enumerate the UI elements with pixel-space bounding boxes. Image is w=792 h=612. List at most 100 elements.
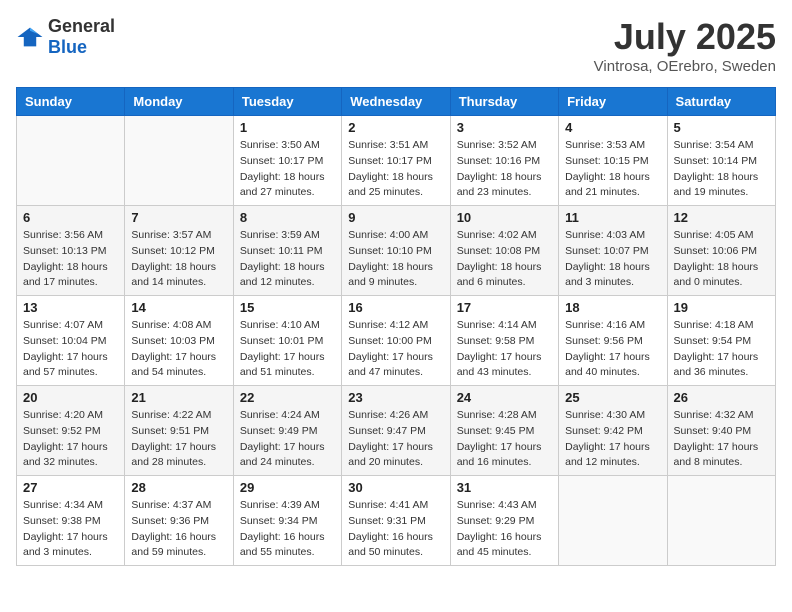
day-info: Sunrise: 4:16 AM Sunset: 9:56 PM Dayligh… [565,318,660,381]
weekday-header: Wednesday [342,88,450,116]
calendar-cell: 14 Sunrise: 4:08 AM Sunset: 10:03 PM Dayl… [125,296,233,386]
calendar-cell: 8Sunrise: 3:59 AM Sunset: 10:11 PM Dayli… [233,206,341,296]
day-info: Sunrise: 4:03 AM Sunset: 10:07 PM Daylig… [565,228,660,291]
day-number: 3 [457,120,552,135]
calendar-title: July 2025 [594,16,776,58]
calendar-cell: 11 Sunrise: 4:03 AM Sunset: 10:07 PM Dayl… [559,206,667,296]
calendar-cell: 24 Sunrise: 4:28 AM Sunset: 9:45 PM Dayli… [450,386,558,476]
weekday-header: Saturday [667,88,775,116]
day-number: 6 [23,210,118,225]
calendar-cell [667,476,775,566]
day-info: Sunrise: 4:02 AM Sunset: 10:08 PM Daylig… [457,228,552,291]
calendar-cell: 28 Sunrise: 4:37 AM Sunset: 9:36 PM Dayli… [125,476,233,566]
calendar-cell [559,476,667,566]
day-number: 18 [565,300,660,315]
day-info: Sunrise: 4:30 AM Sunset: 9:42 PM Dayligh… [565,408,660,471]
day-info: Sunrise: 4:28 AM Sunset: 9:45 PM Dayligh… [457,408,552,471]
day-number: 24 [457,390,552,405]
logo: General Blue [16,16,115,58]
day-number: 9 [348,210,443,225]
day-info: Sunrise: 4:37 AM Sunset: 9:36 PM Dayligh… [131,498,226,561]
calendar-cell: 3Sunrise: 3:52 AM Sunset: 10:16 PM Dayli… [450,116,558,206]
day-number: 16 [348,300,443,315]
day-number: 8 [240,210,335,225]
day-number: 19 [674,300,769,315]
day-info: Sunrise: 3:54 AM Sunset: 10:14 PM Daylig… [674,138,769,201]
weekday-header: Sunday [17,88,125,116]
calendar-cell: 4Sunrise: 3:53 AM Sunset: 10:15 PM Dayli… [559,116,667,206]
day-info: Sunrise: 4:18 AM Sunset: 9:54 PM Dayligh… [674,318,769,381]
calendar-week-row: 13 Sunrise: 4:07 AM Sunset: 10:04 PM Dayl… [17,296,776,386]
day-info: Sunrise: 4:39 AM Sunset: 9:34 PM Dayligh… [240,498,335,561]
day-info: Sunrise: 4:32 AM Sunset: 9:40 PM Dayligh… [674,408,769,471]
title-block: July 2025 Vintrosa, OErebro, Sweden [594,16,776,75]
day-info: Sunrise: 4:05 AM Sunset: 10:06 PM Daylig… [674,228,769,291]
weekday-header: Monday [125,88,233,116]
day-number: 5 [674,120,769,135]
calendar-cell: 31Sunrise: 4:43 AM Sunset: 9:29 PM Dayli… [450,476,558,566]
calendar-location: Vintrosa, OErebro, Sweden [594,58,776,75]
calendar-cell: 15Sunrise: 4:10 AM Sunset: 10:01 PM Dayl… [233,296,341,386]
calendar-cell: 1 Sunrise: 3:50 AM Sunset: 10:17 PM Dayli… [233,116,341,206]
calendar-cell: 10Sunrise: 4:02 AM Sunset: 10:08 PM Dayl… [450,206,558,296]
day-number: 27 [23,480,118,495]
day-number: 30 [348,480,443,495]
calendar-cell: 7Sunrise: 3:57 AM Sunset: 10:12 PM Dayli… [125,206,233,296]
calendar-cell: 25 Sunrise: 4:30 AM Sunset: 9:42 PM Dayli… [559,386,667,476]
day-number: 26 [674,390,769,405]
day-number: 14 [131,300,226,315]
calendar-cell: 9 Sunrise: 4:00 AM Sunset: 10:10 PM Dayli… [342,206,450,296]
calendar-cell: 19 Sunrise: 4:18 AM Sunset: 9:54 PM Dayli… [667,296,775,386]
calendar-cell: 22Sunrise: 4:24 AM Sunset: 9:49 PM Dayli… [233,386,341,476]
calendar-cell: 6 Sunrise: 3:56 AM Sunset: 10:13 PM Dayli… [17,206,125,296]
day-number: 2 [348,120,443,135]
day-info: Sunrise: 4:07 AM Sunset: 10:04 PM Daylig… [23,318,118,381]
calendar-week-row: 27Sunrise: 4:34 AM Sunset: 9:38 PM Dayli… [17,476,776,566]
calendar-week-row: 20Sunrise: 4:20 AM Sunset: 9:52 PM Dayli… [17,386,776,476]
weekday-header: Friday [559,88,667,116]
calendar-cell: 17 Sunrise: 4:14 AM Sunset: 9:58 PM Dayli… [450,296,558,386]
day-number: 28 [131,480,226,495]
calendar-cell: 5 Sunrise: 3:54 AM Sunset: 10:14 PM Dayli… [667,116,775,206]
logo-text: General Blue [48,16,115,58]
calendar-cell: 16 Sunrise: 4:12 AM Sunset: 10:00 PM Dayl… [342,296,450,386]
day-info: Sunrise: 4:08 AM Sunset: 10:03 PM Daylig… [131,318,226,381]
day-info: Sunrise: 4:22 AM Sunset: 9:51 PM Dayligh… [131,408,226,471]
page-header: General Blue July 2025 Vintrosa, OErebro… [16,16,776,75]
day-info: Sunrise: 4:10 AM Sunset: 10:01 PM Daylig… [240,318,335,381]
calendar-cell [125,116,233,206]
calendar-week-row: 6 Sunrise: 3:56 AM Sunset: 10:13 PM Dayli… [17,206,776,296]
calendar-header: SundayMondayTuesdayWednesdayThursdayFrid… [17,88,776,116]
day-info: Sunrise: 4:26 AM Sunset: 9:47 PM Dayligh… [348,408,443,471]
calendar-week-row: 1 Sunrise: 3:50 AM Sunset: 10:17 PM Dayli… [17,116,776,206]
day-number: 25 [565,390,660,405]
calendar-cell: 26 Sunrise: 4:32 AM Sunset: 9:40 PM Dayli… [667,386,775,476]
day-number: 31 [457,480,552,495]
calendar-cell: 18 Sunrise: 4:16 AM Sunset: 9:56 PM Dayli… [559,296,667,386]
calendar-table: SundayMondayTuesdayWednesdayThursdayFrid… [16,87,776,566]
calendar-cell: 23 Sunrise: 4:26 AM Sunset: 9:47 PM Dayli… [342,386,450,476]
logo-general: General [48,16,115,36]
calendar-cell: 2Sunrise: 3:51 AM Sunset: 10:17 PM Dayli… [342,116,450,206]
day-info: Sunrise: 4:00 AM Sunset: 10:10 PM Daylig… [348,228,443,291]
day-number: 23 [348,390,443,405]
day-info: Sunrise: 4:14 AM Sunset: 9:58 PM Dayligh… [457,318,552,381]
day-info: Sunrise: 4:41 AM Sunset: 9:31 PM Dayligh… [348,498,443,561]
weekday-header-row: SundayMondayTuesdayWednesdayThursdayFrid… [17,88,776,116]
day-info: Sunrise: 3:56 AM Sunset: 10:13 PM Daylig… [23,228,118,291]
day-info: Sunrise: 4:12 AM Sunset: 10:00 PM Daylig… [348,318,443,381]
calendar-cell: 27Sunrise: 4:34 AM Sunset: 9:38 PM Dayli… [17,476,125,566]
weekday-header: Tuesday [233,88,341,116]
day-number: 11 [565,210,660,225]
day-info: Sunrise: 4:24 AM Sunset: 9:49 PM Dayligh… [240,408,335,471]
day-number: 17 [457,300,552,315]
day-number: 13 [23,300,118,315]
calendar-cell: 20Sunrise: 4:20 AM Sunset: 9:52 PM Dayli… [17,386,125,476]
day-number: 4 [565,120,660,135]
day-number: 29 [240,480,335,495]
day-number: 1 [240,120,335,135]
day-info: Sunrise: 3:50 AM Sunset: 10:17 PM Daylig… [240,138,335,201]
calendar-body: 1 Sunrise: 3:50 AM Sunset: 10:17 PM Dayli… [17,116,776,566]
calendar-cell: 29 Sunrise: 4:39 AM Sunset: 9:34 PM Dayli… [233,476,341,566]
day-number: 20 [23,390,118,405]
